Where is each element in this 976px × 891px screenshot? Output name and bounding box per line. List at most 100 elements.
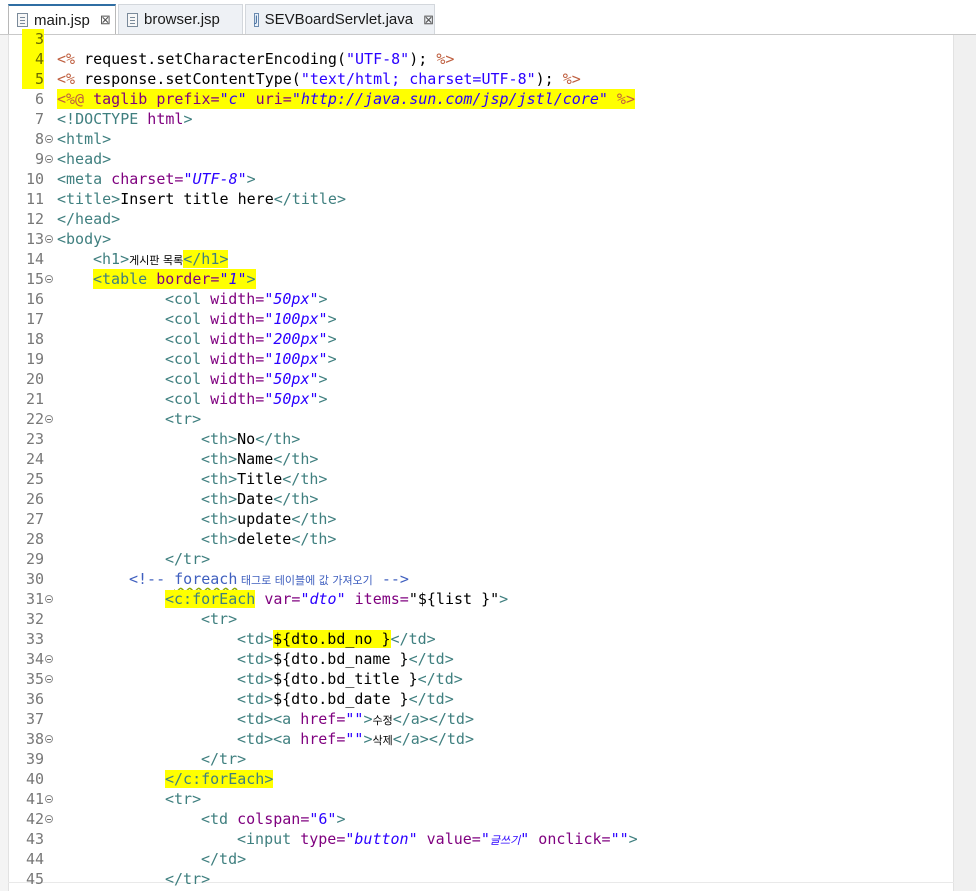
code-line-42: 42 <td colspan="6"> [0, 809, 954, 829]
attribute-name: uri= [246, 90, 292, 108]
attribute-name: href= [291, 730, 346, 748]
line-number: 17 [25, 310, 44, 328]
fold-toggle-icon[interactable] [45, 135, 53, 143]
col-tag: <col [165, 330, 202, 348]
td-open-tag: <td> [237, 730, 274, 748]
close-tab-icon[interactable]: ⊠ [100, 12, 111, 28]
heading-text: 게시판 목록 [129, 254, 184, 267]
line-number: 38 [25, 730, 44, 748]
td-close-tag: </td> [201, 850, 247, 868]
attribute-name: width= [201, 390, 265, 408]
line-number: 5 [22, 69, 44, 89]
attribute-value: "100px" [264, 310, 328, 328]
line-number: 30 [25, 570, 44, 588]
attribute-name: onclick= [529, 830, 611, 848]
line-number: 35 [25, 670, 44, 688]
fold-toggle-icon[interactable] [45, 655, 53, 663]
col-tag: <col [165, 310, 202, 328]
tag-end: > [327, 310, 337, 328]
code-line-14: 14 <h1>게시판 목록</h1> [0, 249, 954, 269]
code-line-10: 10 <meta charset="UTF-8"> [0, 169, 954, 189]
code-line-37: 37 <td><a href="">수정</a></td> [0, 709, 954, 729]
title-text: Insert title here [120, 190, 274, 208]
line-number: 34 [25, 650, 44, 668]
line-number: 33 [25, 630, 44, 648]
tr-open-tag: <tr> [201, 610, 238, 628]
jsp-directive-open: <%@ [57, 90, 85, 108]
fold-toggle-icon[interactable] [45, 675, 53, 683]
td-close-tag: </td> [408, 690, 454, 708]
jsp-file-icon [17, 13, 28, 27]
col-tag: <col [165, 350, 202, 368]
tr-open-tag: <tr> [165, 790, 202, 808]
tab-label: browser.jsp [144, 11, 220, 28]
code-line-35: 35 <td>${dto.bd_title }</td> [0, 669, 954, 689]
attribute-name: border= [147, 270, 220, 288]
code-line-44: 44 </td> [0, 849, 954, 869]
code-line-4: 4 <% request.setCharacterEncoding("UTF-8… [0, 49, 954, 69]
code-line-43: 43 <input type="button" value="글쓰기" oncl… [0, 829, 954, 849]
attribute-name: href= [291, 710, 346, 728]
title-close-tag: </title> [273, 190, 346, 208]
fold-toggle-icon[interactable] [45, 415, 53, 423]
attribute-value: "button" [345, 830, 418, 848]
fold-toggle-icon[interactable] [45, 735, 53, 743]
code-line-22: 22 <tr> [0, 409, 954, 429]
tag-end: > [318, 290, 328, 308]
attribute-value: "100px" [264, 350, 328, 368]
tab-label: SEVBoardServlet.java [264, 11, 414, 28]
code-line-25: 25 <th>Title</th> [0, 469, 954, 489]
tag-end: > [327, 330, 337, 348]
line-number: 39 [25, 750, 44, 768]
code-line-18: 18 <col width="200px"> [0, 329, 954, 349]
line-number: 16 [25, 290, 44, 308]
h1-close-tag: </h1> [183, 250, 229, 268]
fold-toggle-icon[interactable] [45, 235, 53, 243]
attribute-value: "" [610, 830, 629, 848]
td-open-tag: <td> [237, 710, 274, 728]
td-open-tag: <td> [237, 650, 274, 668]
attribute-value: "${list }" [408, 590, 500, 608]
attribute-value: 글쓰기 [489, 834, 521, 847]
code-editor[interactable]: 3 4 <% request.setCharacterEncoding("UTF… [0, 29, 976, 891]
header-text: Date [237, 490, 274, 508]
line-number: 37 [25, 710, 44, 728]
line-number: 6 [34, 90, 44, 108]
anchor-close-tag: </a> [392, 730, 429, 748]
attribute-value: "50px" [264, 390, 319, 408]
code-line-6: 6 <%@ taglib prefix="c" uri="http://java… [0, 89, 954, 109]
doctype-keyword: DOCTYPE [75, 110, 139, 128]
code-line-5: 5 <% response.setContentType("text/html;… [0, 69, 954, 89]
highlighted-code: <table border="1"> [93, 269, 256, 289]
fold-toggle-icon[interactable] [45, 795, 53, 803]
jsp-file-icon [127, 12, 138, 27]
header-text: No [237, 430, 256, 448]
code-line-30: 30 <!-- foreach 태그로 테이블에 값 가져오기 --> [0, 569, 954, 589]
java-code: response.setContentType( [75, 70, 301, 88]
code-line-32: 32 <tr> [0, 609, 954, 629]
doctype-value: html [138, 110, 184, 128]
attribute-value: "UTF-8" [183, 170, 247, 188]
tag-end: > [499, 590, 509, 608]
close-tab-icon[interactable]: ⊠ [423, 12, 434, 28]
tag-end: > [318, 370, 328, 388]
code-line-21: 21 <col width="50px"> [0, 389, 954, 409]
fold-toggle-icon[interactable] [45, 155, 53, 163]
header-text: Name [237, 450, 274, 468]
code-line-45: 45 </tr> [0, 869, 954, 889]
line-number: 41 [25, 790, 44, 808]
line-number: 18 [25, 330, 44, 348]
fold-toggle-icon[interactable] [45, 815, 53, 823]
col-tag: <col [165, 390, 202, 408]
tag-end: > [246, 270, 256, 288]
line-number: 20 [25, 370, 44, 388]
el-expression: ${dto.bd_title } [273, 670, 418, 688]
jsp-open: <% [57, 70, 76, 88]
fold-toggle-icon[interactable] [45, 595, 53, 603]
code-line-24: 24 <th>Name</th> [0, 449, 954, 469]
vertical-scrollbar[interactable] [953, 35, 976, 891]
fold-toggle-icon[interactable] [45, 275, 53, 283]
th-close-tag: </th> [282, 470, 328, 488]
doctype-open: <! [57, 110, 76, 128]
line-number: 10 [25, 170, 44, 188]
